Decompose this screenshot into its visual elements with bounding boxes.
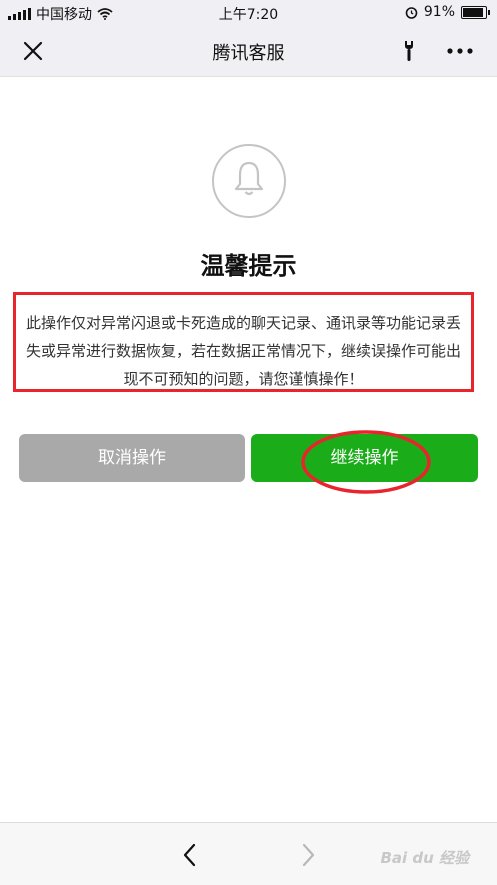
alarm-icon xyxy=(405,6,418,19)
more-dots-icon[interactable] xyxy=(445,39,475,63)
watermark: Bai du 经验 xyxy=(380,849,469,867)
battery-percent: 91% xyxy=(423,4,455,20)
bell-icon xyxy=(234,161,264,196)
page-title: 腾讯客服 xyxy=(212,43,285,64)
chevron-right-icon[interactable] xyxy=(298,843,318,867)
status-bar: 中国移动 上午7:20 91% xyxy=(0,0,497,26)
dialog-title: 温馨提示 xyxy=(200,252,297,280)
bell-icon-circle xyxy=(212,144,286,218)
status-right: 91% xyxy=(405,4,490,20)
continue-button[interactable]: 继续操作 xyxy=(251,434,478,482)
battery-icon xyxy=(461,5,490,19)
wrench-icon[interactable] xyxy=(397,39,421,63)
nav-bar: 腾讯客服 xyxy=(0,26,497,77)
dialog-message: 此操作仅对异常闪退或卡死造成的聊天记录、通讯录等功能记录丢失或异常进行数据恢复，… xyxy=(13,292,474,392)
bottom-toolbar: Bai du 经验 xyxy=(0,822,497,885)
cancel-button[interactable]: 取消操作 xyxy=(19,434,245,482)
chevron-left-icon[interactable] xyxy=(180,843,200,867)
